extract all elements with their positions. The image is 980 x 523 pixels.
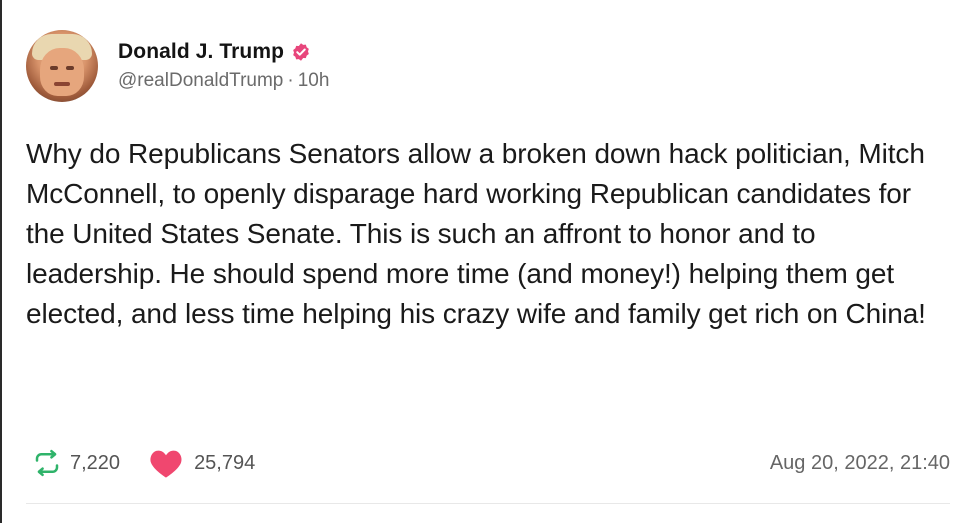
verified-badge-icon <box>293 43 309 61</box>
repost-button[interactable]: 7,220 <box>32 448 120 478</box>
author-display-name[interactable]: Donald J. Trump <box>118 40 284 64</box>
like-button[interactable]: 25,794 <box>148 447 255 479</box>
like-count: 25,794 <box>194 451 256 474</box>
post-card: Donald J. Trump @realDonaldTrump · 10h Why… <box>26 28 956 334</box>
relative-time[interactable]: 10h <box>298 70 330 91</box>
name-row: Donald J. Trump <box>118 38 329 66</box>
avatar-mouth <box>54 82 70 86</box>
repost-icon <box>35 449 59 477</box>
divider <box>26 503 950 504</box>
avatar-eye <box>50 66 58 70</box>
avatar[interactable] <box>26 30 98 102</box>
post-footer: 7,220 25,794 Aug 20, 2022, 21:40 <box>26 438 950 488</box>
handle-separator: · <box>287 70 294 91</box>
avatar-eye <box>66 66 74 70</box>
post-timestamp[interactable]: Aug 20, 2022, 21:40 <box>770 452 950 475</box>
post-text: Why do Republicans Senators allow a brok… <box>26 138 926 329</box>
heart-icon <box>150 450 182 478</box>
handle-row: @realDonaldTrump · 10h <box>118 70 329 92</box>
author-handle[interactable]: @realDonaldTrump <box>118 70 283 91</box>
avatar-face <box>40 48 84 96</box>
post-header: Donald J. Trump @realDonaldTrump · 10h <box>26 28 956 112</box>
author-info: Donald J. Trump @realDonaldTrump · 10h <box>118 38 329 92</box>
repost-count: 7,220 <box>70 451 121 474</box>
